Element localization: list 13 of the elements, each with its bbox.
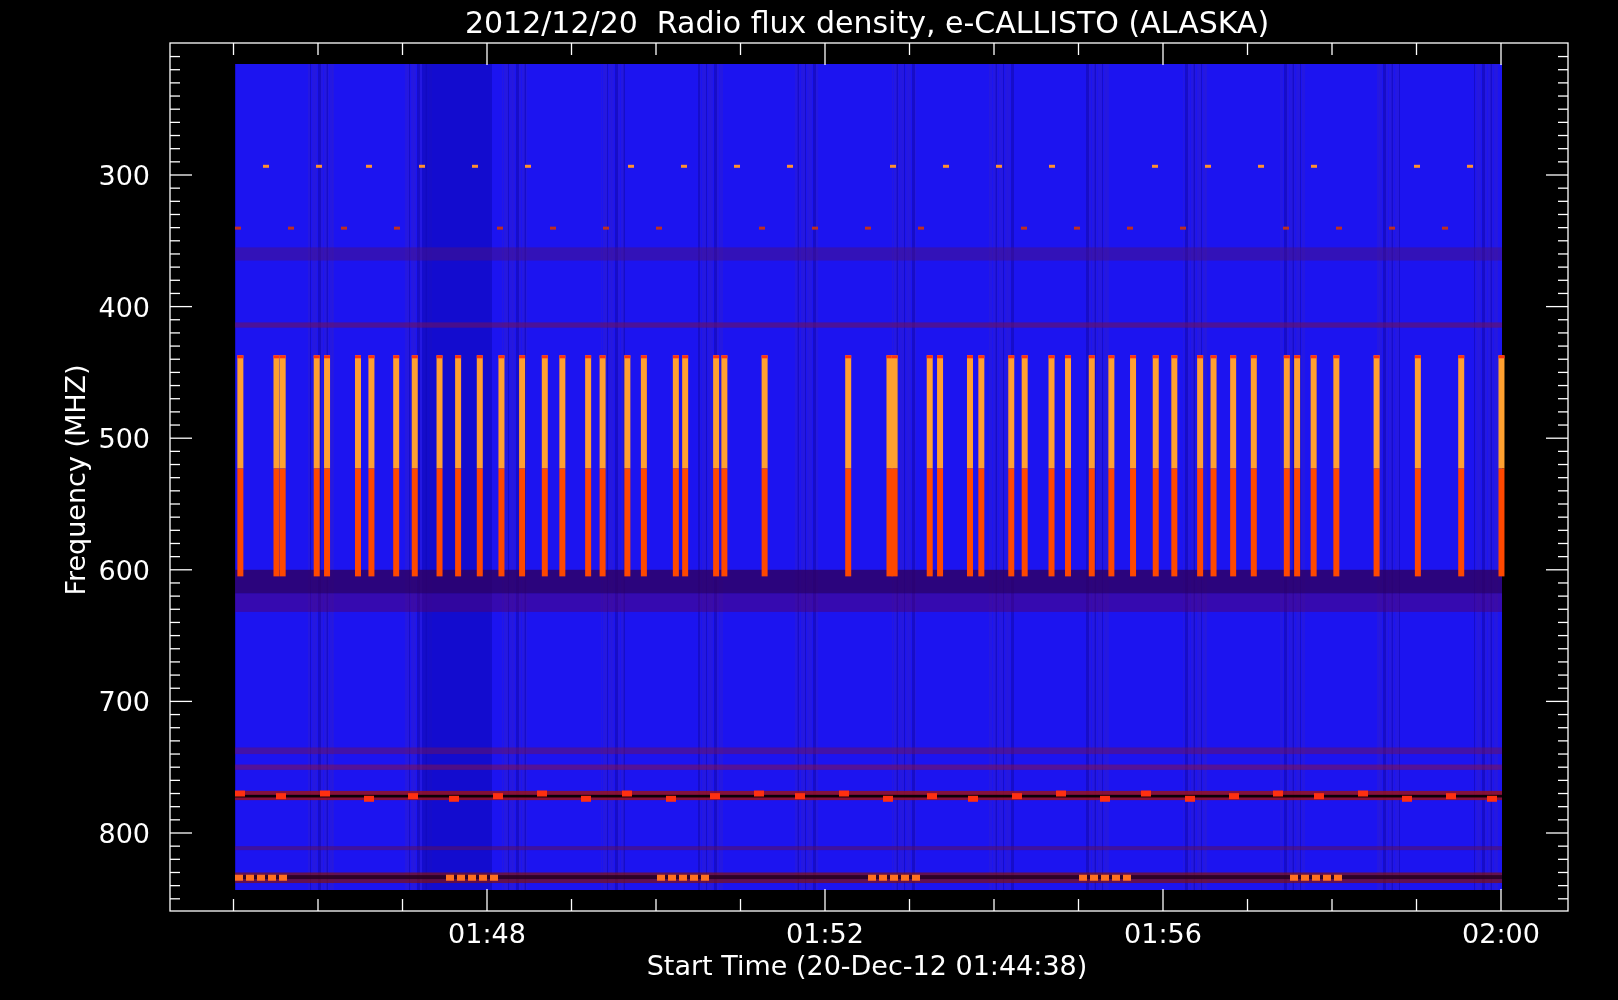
tick-label: 800 xyxy=(98,818,150,849)
plot-title: 2012/12/20 Radio flux density, e-CALLISTO (ALASKA) xyxy=(464,5,1270,40)
tick-label: 02:00 xyxy=(1462,918,1540,949)
tick-label: 01:56 xyxy=(1124,918,1202,949)
tick-label: 400 xyxy=(98,291,150,323)
tick-label: 01:48 xyxy=(448,918,526,949)
tick-label: 600 xyxy=(98,554,150,586)
tick-label: 700 xyxy=(98,686,150,718)
tick-label: 300 xyxy=(98,160,150,191)
axis-title: Frequency (MHZ) xyxy=(60,364,91,596)
tick-label: 01:52 xyxy=(786,918,864,949)
tick-label: 500 xyxy=(98,423,150,455)
axis-title: Start Time (20-Dec-12 01:44:38) xyxy=(646,950,1088,981)
